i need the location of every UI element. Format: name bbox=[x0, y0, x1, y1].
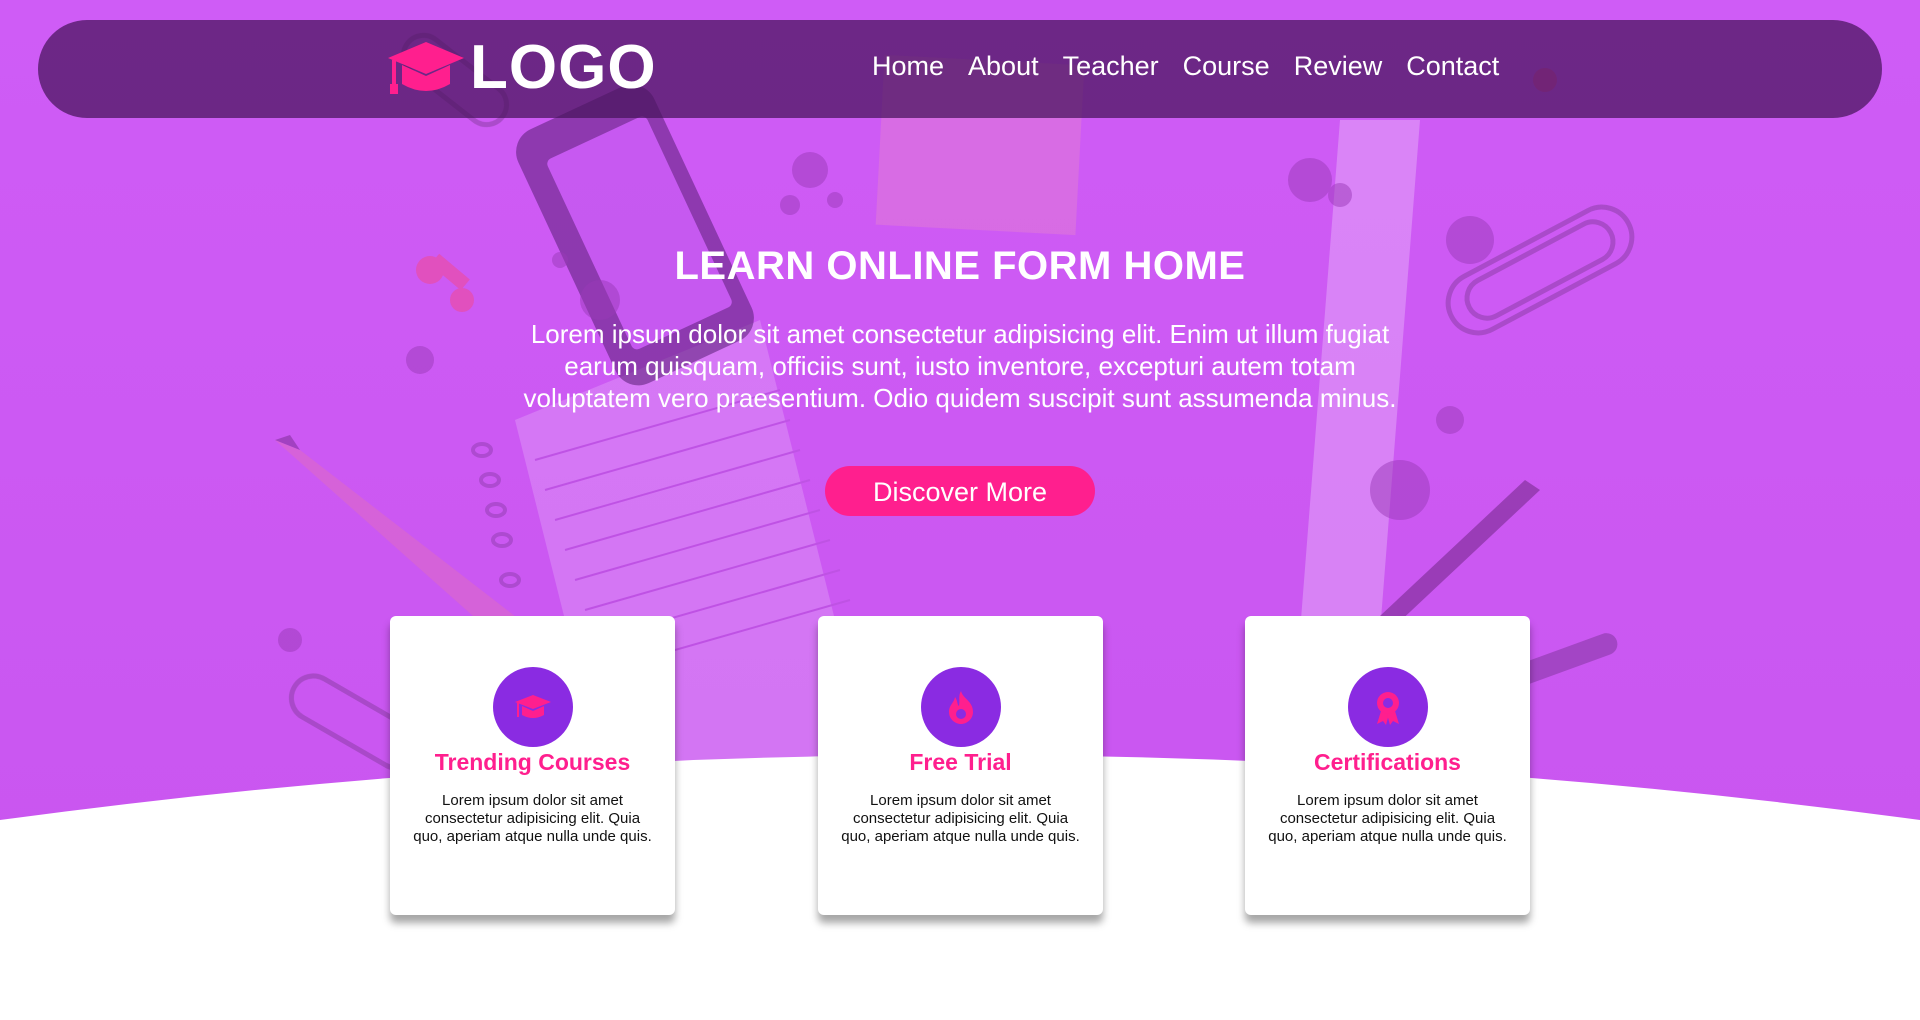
nav-link-review[interactable]: Review bbox=[1294, 44, 1383, 88]
nav-link-about[interactable]: About bbox=[968, 44, 1039, 88]
feature-title: Free Trial bbox=[909, 749, 1012, 775]
nav-link-home[interactable]: Home bbox=[872, 44, 944, 88]
feature-icon-badge bbox=[493, 667, 573, 747]
page: LOGO Home About Teacher Course Review Co… bbox=[0, 0, 1920, 1020]
discover-more-button[interactable]: Discover More bbox=[825, 466, 1095, 516]
graduation-cap-icon bbox=[388, 42, 464, 94]
graduation-cap-icon bbox=[515, 695, 551, 718]
hero-title: LEARN ONLINE FORM HOME bbox=[674, 244, 1246, 288]
hero-description: Lorem ipsum dolor sit amet consectetur a… bbox=[523, 319, 1397, 413]
logo[interactable]: LOGO bbox=[388, 33, 657, 103]
feature-title: Certifications bbox=[1314, 749, 1461, 775]
feature-card-trending-courses: Trending Courses Lorem ipsum dolor sit a… bbox=[390, 616, 675, 915]
feature-text: Lorem ipsum dolor sit amet consectetur a… bbox=[1268, 792, 1507, 845]
award-icon bbox=[1377, 692, 1399, 725]
main-nav: Home About Teacher Course Review Contact bbox=[872, 44, 1523, 88]
feature-text: Lorem ipsum dolor sit amet consectetur a… bbox=[841, 792, 1080, 845]
feature-title: Trending Courses bbox=[434, 749, 631, 775]
feature-card-certifications: Certifications Lorem ipsum dolor sit ame… bbox=[1245, 616, 1530, 915]
nav-link-teacher[interactable]: Teacher bbox=[1063, 44, 1159, 88]
feature-text: Lorem ipsum dolor sit amet consectetur a… bbox=[413, 792, 652, 845]
nav-link-contact[interactable]: Contact bbox=[1406, 44, 1499, 88]
fire-icon bbox=[949, 691, 973, 724]
nav-link-course[interactable]: Course bbox=[1183, 44, 1270, 88]
logo-text: LOGO bbox=[470, 33, 657, 102]
feature-icon-badge bbox=[921, 667, 1001, 747]
feature-icon-badge bbox=[1348, 667, 1428, 747]
feature-card-free-trial: Free Trial Lorem ipsum dolor sit amet co… bbox=[818, 616, 1103, 915]
